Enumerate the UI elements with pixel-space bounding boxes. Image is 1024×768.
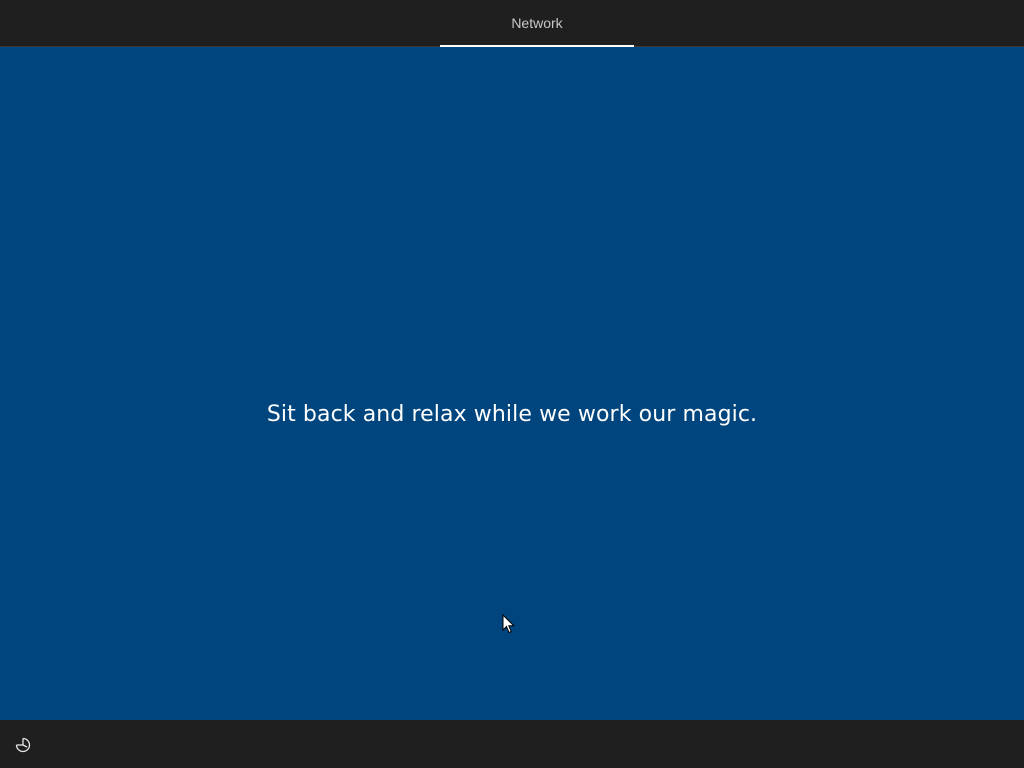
tab-network: Network [440,0,634,47]
bottom-bar [0,720,1024,768]
tab-network-label: Network [511,15,563,31]
ease-of-access-button[interactable] [12,734,34,756]
status-message: Sit back and relax while we work our mag… [266,402,758,427]
active-tab-indicator [440,45,634,47]
top-progress-bar: Network [0,0,1024,47]
ease-of-access-icon [15,737,31,753]
setup-screen: Network Sit back and relax while we work… [0,0,1024,768]
mouse-pointer-icon [502,614,516,634]
